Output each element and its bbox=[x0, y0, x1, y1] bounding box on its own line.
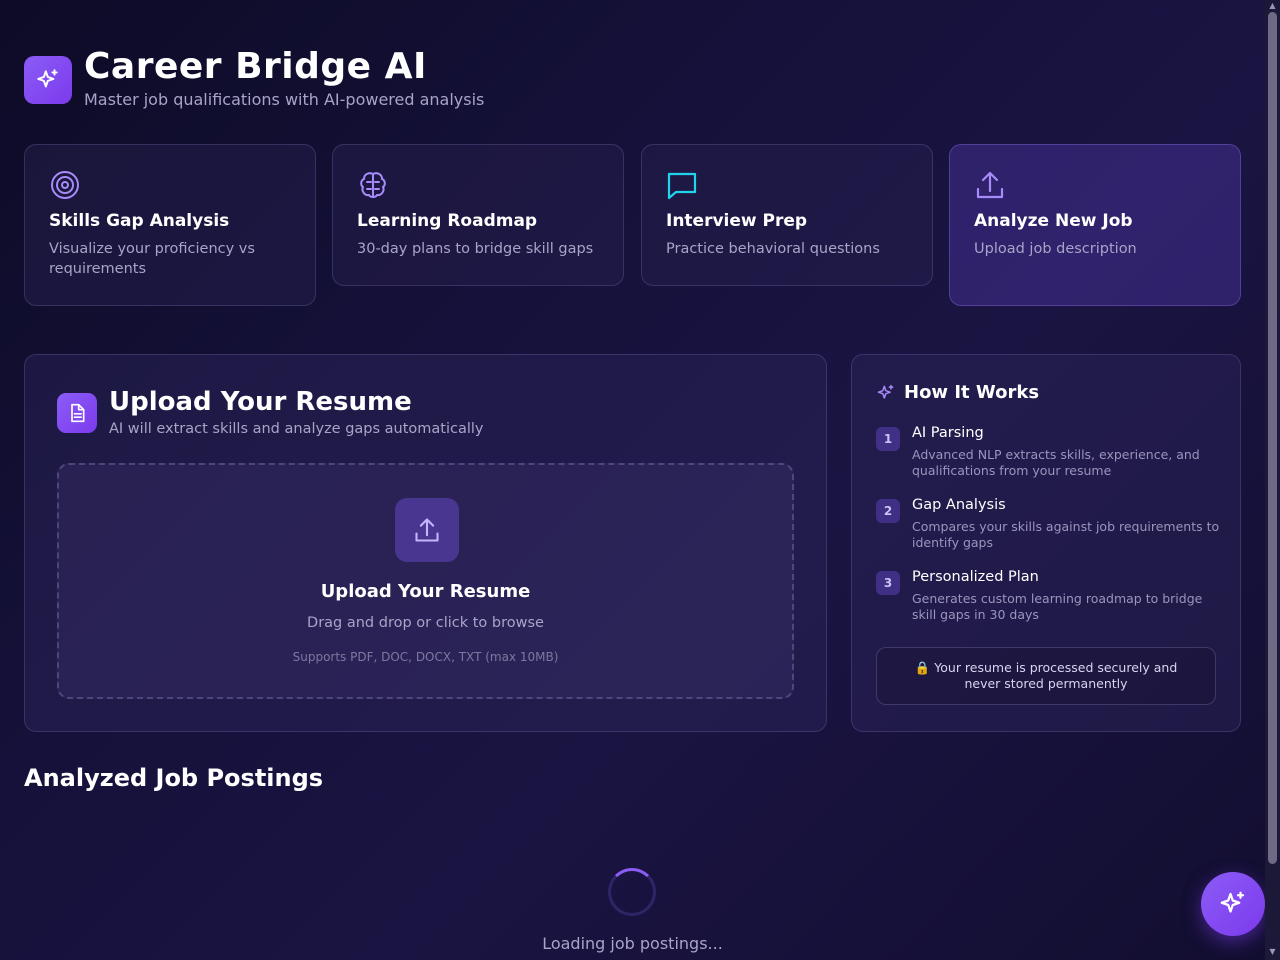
app-title: Career Bridge AI bbox=[84, 46, 427, 87]
card-description: 30-day plans to bridge skill gaps bbox=[357, 241, 594, 257]
step-description: Advanced NLP extracts skills, experience… bbox=[912, 447, 1200, 478]
resume-dropzone[interactable]: Upload Your Resume Drag and drop or clic… bbox=[57, 463, 794, 699]
page-scrollbar[interactable]: ▲ ▼ bbox=[1265, 0, 1280, 960]
step-description: Generates custom learning roadmap to bri… bbox=[912, 591, 1203, 622]
loading-spinner bbox=[608, 868, 656, 916]
message-icon bbox=[666, 169, 908, 201]
card-title: Analyze New Job bbox=[974, 211, 1133, 231]
step-title: Gap Analysis bbox=[912, 497, 1006, 513]
how-it-works-title: How It Works bbox=[904, 382, 1040, 403]
card-title: Skills Gap Analysis bbox=[49, 211, 230, 231]
sparkles-icon bbox=[877, 384, 894, 399]
card-description: Upload job description bbox=[974, 241, 1137, 257]
upload-panel-subtitle: AI will extract skills and analyze gaps … bbox=[109, 421, 484, 437]
loading-text: Loading job postings... bbox=[542, 934, 723, 953]
target-icon bbox=[49, 169, 291, 201]
sparkles-icon bbox=[1220, 891, 1245, 913]
job-postings-title: Analyzed Job Postings bbox=[24, 764, 324, 792]
step-number: 3 bbox=[876, 571, 900, 595]
document-icon bbox=[57, 393, 97, 433]
step-title: AI Parsing bbox=[912, 425, 984, 441]
dropzone-instructions: Drag and drop or click to browse bbox=[307, 615, 544, 631]
feature-card-analyze-new-job[interactable]: Analyze New Job Upload job description bbox=[949, 144, 1241, 306]
card-description: Visualize your proficiency vs requiremen… bbox=[49, 241, 255, 277]
upload-icon bbox=[974, 169, 1216, 201]
brain-icon bbox=[357, 169, 599, 201]
upload-icon bbox=[395, 498, 459, 562]
sparkles-icon bbox=[37, 69, 58, 88]
scrollbar-thumb[interactable] bbox=[1268, 12, 1277, 864]
dropzone-title: Upload Your Resume bbox=[320, 581, 531, 602]
upload-panel-title: Upload Your Resume bbox=[109, 387, 412, 417]
card-description: Practice behavioral questions bbox=[666, 241, 880, 257]
how-it-works-header: How It Works bbox=[876, 382, 1039, 403]
card-title: Interview Prep bbox=[666, 211, 808, 231]
step-number: 1 bbox=[876, 427, 900, 451]
feature-card-interview-prep[interactable]: Interview Prep Practice behavioral quest… bbox=[641, 144, 933, 286]
dropzone-file-types: Supports PDF, DOC, DOCX, TXT (max 10MB) bbox=[292, 650, 559, 664]
step-description: Compares your skills against job require… bbox=[912, 519, 1220, 550]
logo bbox=[24, 56, 72, 104]
security-note: 🔒 Your resume is processed securely and … bbox=[876, 647, 1216, 705]
step-number: 2 bbox=[876, 499, 900, 523]
step-title: Personalized Plan bbox=[912, 569, 1039, 585]
scroll-up-arrow-icon[interactable]: ▲ bbox=[1268, 2, 1277, 10]
upload-resume-panel: Upload Your Resume AI will extract skill… bbox=[24, 354, 827, 732]
feature-card-learning-roadmap[interactable]: Learning Roadmap 30-day plans to bridge … bbox=[332, 144, 624, 286]
page: Career Bridge AI Master job qualificatio… bbox=[24, 0, 1265, 960]
how-it-works-panel: How It Works 1 AI Parsing Advanced NLP e… bbox=[851, 354, 1241, 732]
card-title: Learning Roadmap bbox=[357, 211, 538, 231]
feature-card-skills-gap[interactable]: Skills Gap Analysis Visualize your profi… bbox=[24, 144, 316, 306]
app-subtitle: Master job qualifications with AI-powere… bbox=[84, 90, 485, 109]
scroll-down-arrow-icon[interactable]: ▼ bbox=[1268, 948, 1277, 956]
ai-assistant-button[interactable] bbox=[1201, 872, 1265, 936]
